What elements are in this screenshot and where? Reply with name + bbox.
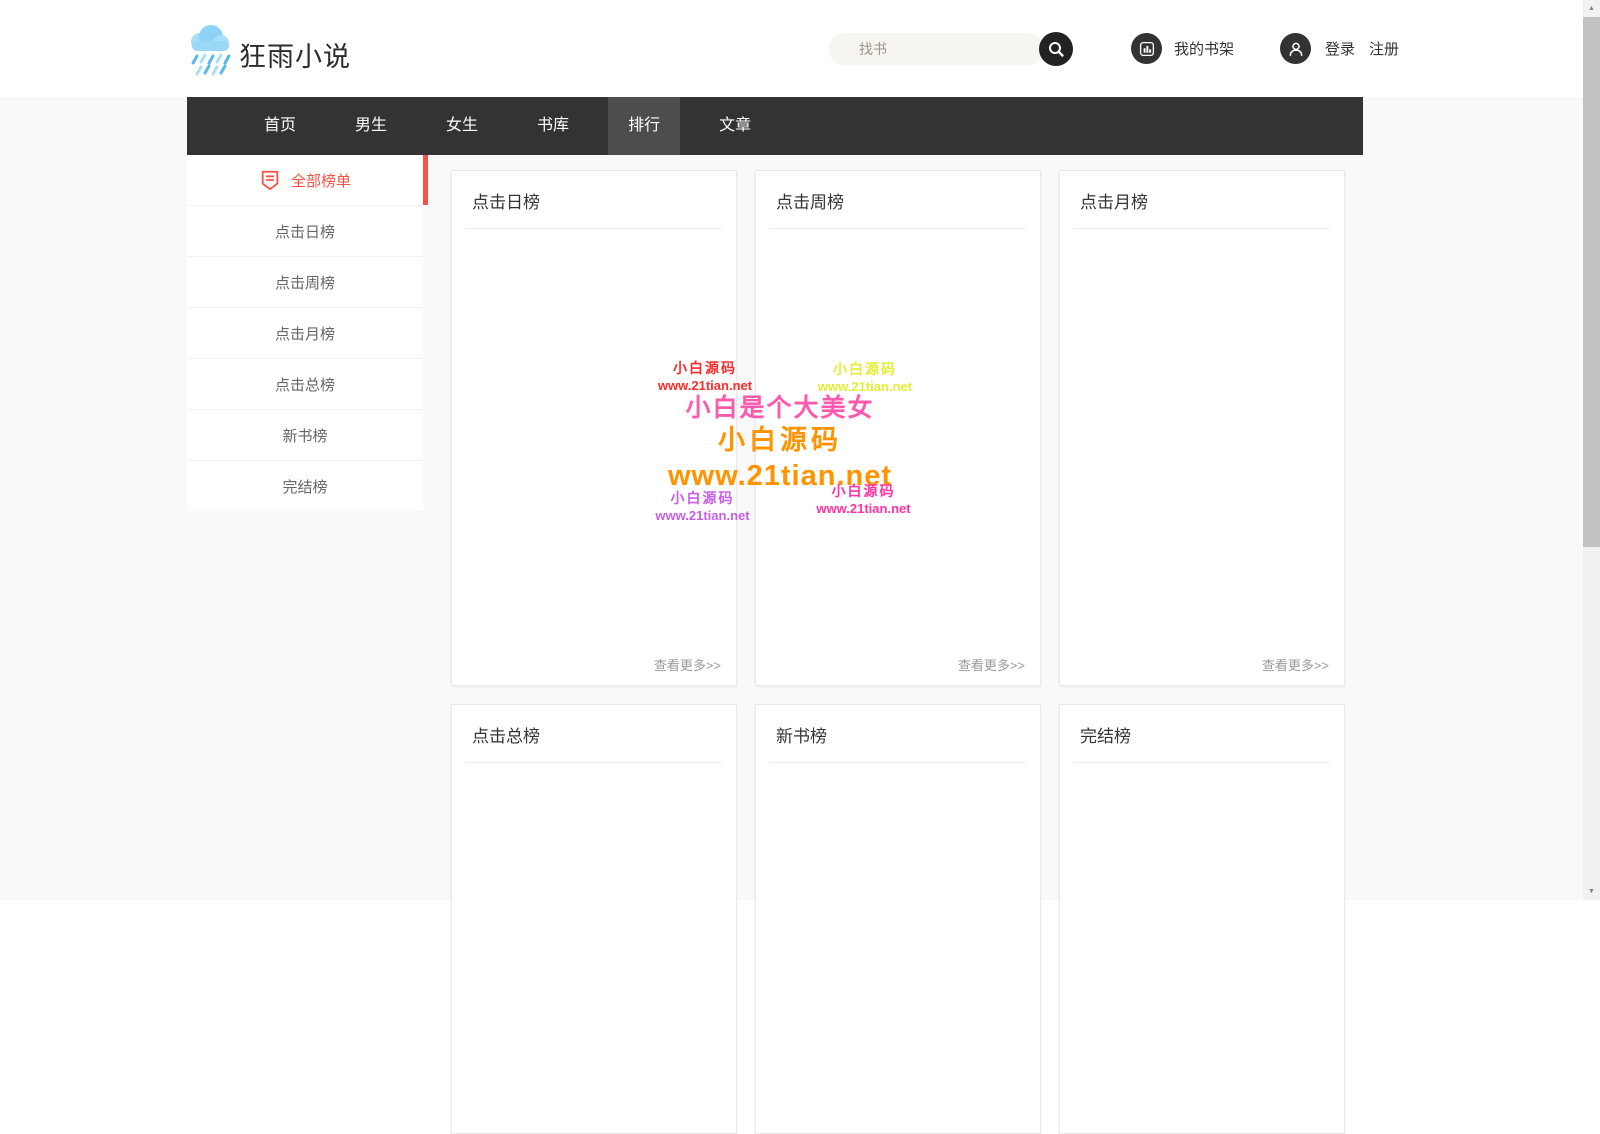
card-title: 点击月榜	[1073, 171, 1331, 229]
view-more-link[interactable]: 查看更多>>	[654, 655, 721, 674]
search-input[interactable]	[829, 33, 1043, 65]
card-title: 点击总榜	[465, 705, 723, 763]
search-button[interactable]	[1039, 32, 1073, 66]
ranking-cards-grid: 点击日榜 查看更多>> 点击周榜 查看更多>> 点击月榜 查看更多>> 点击总榜…	[451, 170, 1345, 1134]
rain-cloud-icon	[187, 22, 235, 78]
nav-item-home[interactable]: 首页	[244, 97, 316, 155]
site-title: 狂雨小说	[239, 41, 351, 72]
sidebar-item-daily-clicks[interactable]: 点击日榜	[187, 205, 423, 256]
nav-item-male[interactable]: 男生	[335, 97, 407, 155]
vertical-scrollbar[interactable]: ▲ ▼	[1583, 0, 1600, 900]
sidebar-item-weekly-clicks[interactable]: 点击周榜	[187, 256, 423, 307]
card-monthly-clicks: 点击月榜 查看更多>>	[1059, 170, 1345, 686]
magnifier-icon	[1046, 39, 1066, 59]
view-more-link[interactable]: 查看更多>>	[1262, 655, 1329, 674]
header: 狂雨小说 我的书架	[0, 0, 1600, 97]
active-indicator	[423, 155, 428, 205]
card-title: 新书榜	[769, 705, 1027, 763]
card-title: 点击日榜	[465, 171, 723, 229]
sidebar-item-total-clicks[interactable]: 点击总榜	[187, 358, 423, 409]
nav-item-ranking[interactable]: 排行	[608, 97, 681, 155]
scroll-up-icon[interactable]: ▲	[1583, 0, 1600, 17]
view-more-link[interactable]: 查看更多>>	[958, 655, 1025, 674]
user-icon[interactable]	[1280, 33, 1312, 64]
card-daily-clicks: 点击日榜 查看更多>>	[451, 170, 737, 686]
register-link[interactable]: 注册	[1369, 38, 1399, 59]
ribbon-bookmark-icon	[259, 169, 281, 191]
card-new-books: 新书榜	[755, 704, 1041, 1134]
card-completed: 完结榜	[1059, 704, 1345, 1134]
sidebar-item-completed[interactable]: 完结榜	[187, 460, 423, 511]
sidebar-item-new-books[interactable]: 新书榜	[187, 409, 423, 460]
scrollbar-thumb[interactable]	[1583, 17, 1600, 547]
sidebar-item-monthly-clicks[interactable]: 点击月榜	[187, 307, 423, 358]
card-title: 完结榜	[1073, 705, 1331, 763]
login-link[interactable]: 登录	[1325, 38, 1355, 59]
card-weekly-clicks: 点击周榜 查看更多>>	[755, 170, 1041, 686]
card-title: 点击周榜	[769, 171, 1027, 229]
nav-item-articles[interactable]: 文章	[699, 97, 771, 155]
my-bookshelf-link[interactable]: 我的书架	[1174, 38, 1234, 59]
nav-item-female[interactable]: 女生	[426, 97, 498, 155]
main-nav: 首页 男生 女生 书库 排行 文章	[187, 97, 1363, 155]
bookshelf-icon[interactable]	[1131, 33, 1162, 64]
card-total-clicks: 点击总榜	[451, 704, 737, 1134]
ranking-sidebar: 全部榜单 点击日榜 点击周榜 点击月榜 点击总榜 新书榜 完结榜	[187, 155, 428, 511]
sidebar-item-all-rankings[interactable]: 全部榜单	[187, 155, 428, 205]
scroll-down-icon[interactable]: ▼	[1583, 883, 1600, 900]
search-bar	[829, 32, 1075, 66]
header-actions: 我的书架 登录 注册	[1131, 33, 1399, 64]
site-logo[interactable]: 狂雨小说	[187, 22, 351, 78]
nav-item-library[interactable]: 书库	[517, 97, 589, 155]
sidebar-item-label: 全部榜单	[290, 172, 351, 190]
